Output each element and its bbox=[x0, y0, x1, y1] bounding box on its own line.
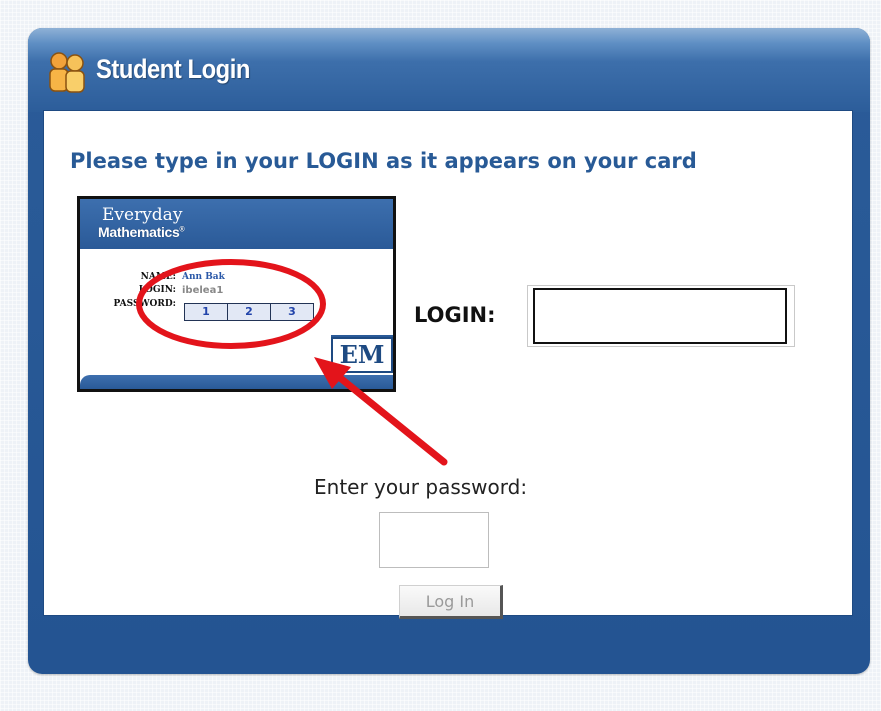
card-password-boxes: 1 2 3 bbox=[184, 303, 314, 321]
login-content: Please type in your LOGIN as it appears … bbox=[43, 110, 853, 619]
card-password-box: 3 bbox=[270, 303, 314, 321]
login-input[interactable] bbox=[533, 288, 787, 344]
card-name-value: Ann Bak bbox=[182, 272, 225, 282]
card-login-label: LOGIN: bbox=[138, 285, 176, 295]
card-header: Everyday Mathematics® bbox=[80, 199, 393, 249]
card-password-box: 2 bbox=[227, 303, 271, 321]
card-password-box: 1 bbox=[184, 303, 228, 321]
card-footer-band bbox=[80, 375, 393, 389]
password-input[interactable] bbox=[379, 512, 489, 568]
students-icon bbox=[49, 52, 85, 93]
page-title: Student Login bbox=[96, 54, 250, 84]
card-name-label: NAME: bbox=[140, 272, 176, 282]
panel-header: Student Login bbox=[28, 28, 870, 112]
card-password-label: PASSWORD: bbox=[113, 299, 176, 309]
card-login-value: ibelea1 bbox=[182, 285, 224, 296]
login-panel: Student Login Please type in your LOGIN … bbox=[28, 28, 870, 674]
card-em-logo: EM bbox=[331, 337, 393, 373]
password-label: Enter your password: bbox=[314, 475, 528, 499]
log-in-button[interactable]: Log In bbox=[399, 585, 503, 619]
login-card-image: Everyday Mathematics® NAME: Ann Bak LOGI… bbox=[77, 196, 396, 392]
card-brand-everyday: Everyday bbox=[102, 205, 183, 225]
card-brand-mark: ® bbox=[179, 226, 185, 234]
login-label: LOGIN: bbox=[414, 303, 496, 327]
login-instruction: Please type in your LOGIN as it appears … bbox=[70, 149, 697, 173]
card-brand-mathematics-text: Mathematics bbox=[98, 224, 180, 240]
card-brand-mathematics: Mathematics® bbox=[98, 224, 185, 240]
